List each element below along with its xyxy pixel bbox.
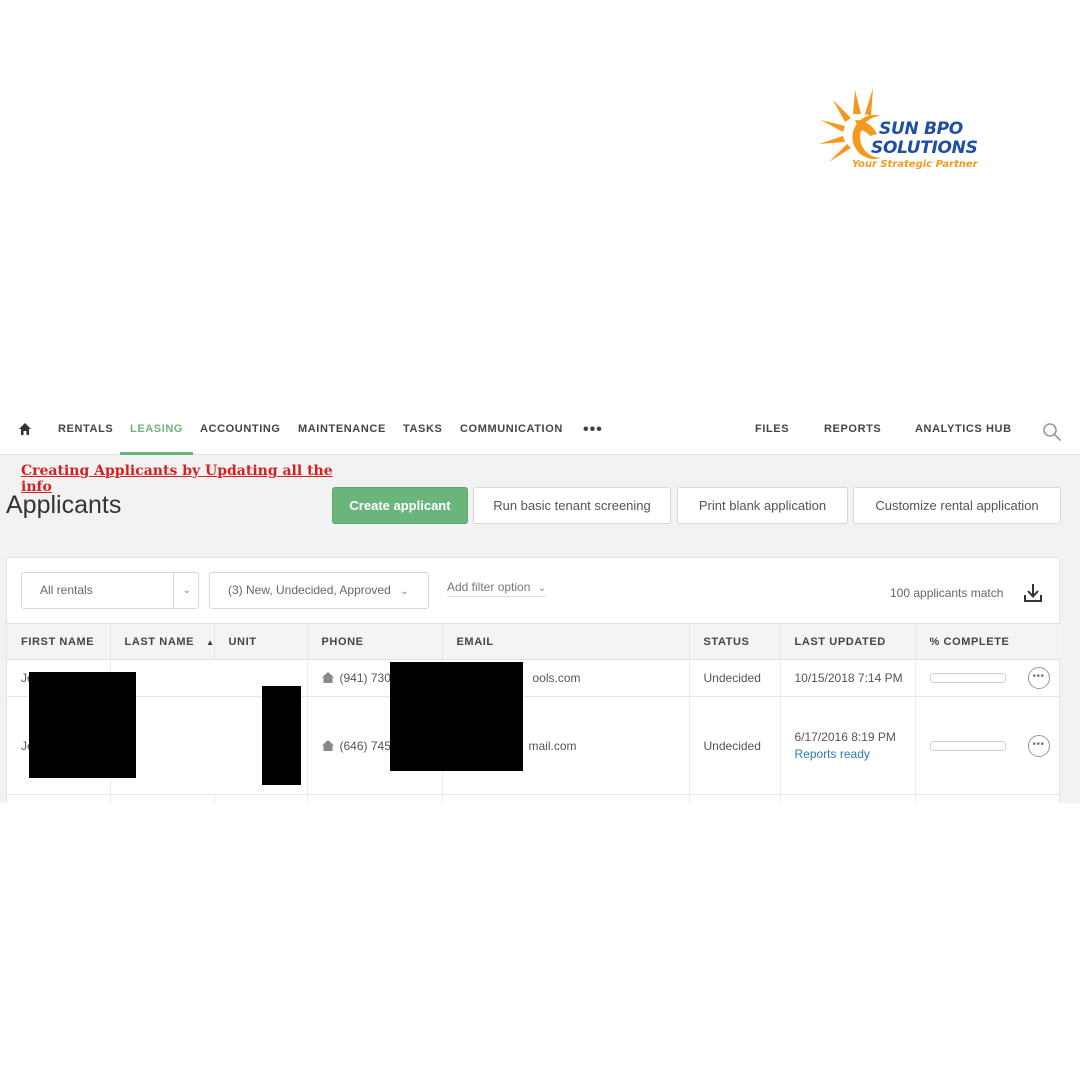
status-cell: Undecided <box>689 659 781 697</box>
column-header-status[interactable]: STATUS <box>689 623 781 660</box>
empty-cell <box>689 794 781 803</box>
redaction-box <box>390 662 523 771</box>
more-menu-icon[interactable]: ••• <box>583 422 603 438</box>
rentals-filter-select[interactable]: All rentals ⌄ <box>21 572 199 609</box>
applicants-panel: All rentals ⌄ (3) New, Undecided, Approv… <box>6 557 1061 803</box>
house-icon <box>321 739 334 751</box>
table-row[interactable] <box>7 794 1061 803</box>
column-header-first-name[interactable]: FIRST NAME <box>7 623 111 660</box>
last-updated-cell: 10/15/2018 7:14 PM <box>780 659 916 697</box>
column-header-complete[interactable]: % COMPLETE <box>915 623 1061 660</box>
chevron-down-icon: ⌄ <box>182 585 191 596</box>
match-count: 100 applicants match <box>890 586 1004 600</box>
row-actions-icon[interactable]: ••• <box>1027 734 1050 757</box>
complete-cell: ••• <box>915 696 1061 795</box>
phone-value: (941) 730 <box>339 671 391 685</box>
table-row[interactable]: Je (646) 745 mail.com Undecided 6/17/201… <box>7 696 1061 795</box>
chevron-down-icon: ⌄ <box>537 583 547 594</box>
nav-maintenance[interactable]: MAINTENANCE <box>298 405 386 455</box>
table-row[interactable]: Je (941) 730 ools.com Undecided 10/15/20… <box>7 659 1061 697</box>
column-header-last-updated[interactable]: LAST UPDATED <box>780 623 916 660</box>
status-filter-select[interactable]: (3) New, Undecided, Approved ⌄ <box>209 572 429 609</box>
select-divider <box>173 573 174 608</box>
column-header-phone[interactable]: PHONE <box>307 623 443 660</box>
nav-communication[interactable]: COMMUNICATION <box>460 405 563 455</box>
nav-leasing[interactable]: LEASING <box>120 405 194 455</box>
empty-cell <box>780 794 916 803</box>
empty-cell <box>915 794 1061 803</box>
customize-application-button[interactable]: Customize rental application <box>853 487 1061 524</box>
sort-ascending-icon: ▲ <box>206 637 215 647</box>
logo-tagline: Your Strategic Partner <box>852 159 978 170</box>
status-cell: Undecided <box>689 696 781 795</box>
nav-rentals[interactable]: RENTALS <box>58 405 113 455</box>
reports-ready-link[interactable]: Reports ready <box>795 747 915 761</box>
logo-line-1: SUN BPO <box>879 119 963 139</box>
add-filter-dropdown[interactable]: Add filter option ⌄ <box>447 580 547 597</box>
nav-tasks[interactable]: TASKS <box>403 405 442 455</box>
chevron-down-icon: ⌄ <box>400 586 409 597</box>
empty-cell <box>7 794 111 803</box>
last-name-header-label: LAST NAME <box>124 635 195 648</box>
redaction-box <box>262 686 301 785</box>
page-title: Applicants <box>6 491 122 519</box>
nav-files[interactable]: FILES <box>755 405 789 455</box>
rentals-filter-value: All rentals <box>40 583 93 597</box>
phone-value: (646) 745 <box>339 738 391 753</box>
top-navigation: RENTALS LEASING ACCOUNTING MAINTENANCE T… <box>0 405 1080 455</box>
empty-cell <box>307 794 443 803</box>
column-header-email[interactable]: EMAIL <box>442 623 690 660</box>
empty-cell <box>110 794 215 803</box>
nav-analytics-hub[interactable]: ANALYTICS HUB <box>915 405 1012 455</box>
redaction-box <box>29 672 136 778</box>
status-filter-value: (3) New, Undecided, Approved <box>228 583 391 597</box>
row-actions-icon[interactable]: ••• <box>1027 667 1050 689</box>
download-icon[interactable] <box>1024 583 1042 603</box>
nav-reports[interactable]: REPORTS <box>824 405 881 455</box>
applicants-table: FIRST NAME LAST NAME ▲ UNIT PHONE EMAIL S… <box>7 623 1061 803</box>
company-logo: SUN BPO SOLUTIONS Your Strategic Partner <box>815 86 985 176</box>
print-application-button[interactable]: Print blank application <box>677 487 848 524</box>
add-filter-label: Add filter option <box>447 580 531 594</box>
search-icon[interactable] <box>1042 422 1062 442</box>
complete-cell: ••• <box>915 659 1061 697</box>
house-icon <box>321 672 334 683</box>
last-updated-cell: 6/17/2016 8:19 PM Reports ready <box>780 696 916 795</box>
column-header-unit[interactable]: UNIT <box>214 623 308 660</box>
run-screening-button[interactable]: Run basic tenant screening <box>473 487 671 524</box>
completion-progress-bar <box>929 740 1006 751</box>
nav-accounting[interactable]: ACCOUNTING <box>200 405 281 455</box>
empty-cell <box>442 794 690 803</box>
empty-cell <box>214 794 308 803</box>
completion-progress-bar <box>929 673 1006 683</box>
create-applicant-button[interactable]: Create applicant <box>332 487 468 524</box>
app-window: RENTALS LEASING ACCOUNTING MAINTENANCE T… <box>0 405 1080 803</box>
logo-line-2: SOLUTIONS <box>871 138 978 158</box>
table-header-row: FIRST NAME LAST NAME ▲ UNIT PHONE EMAIL S… <box>7 623 1061 660</box>
last-updated-value: 6/17/2016 8:19 PM <box>794 730 896 744</box>
home-icon[interactable] <box>18 422 32 436</box>
column-header-last-name[interactable]: LAST NAME ▲ <box>110 623 215 660</box>
